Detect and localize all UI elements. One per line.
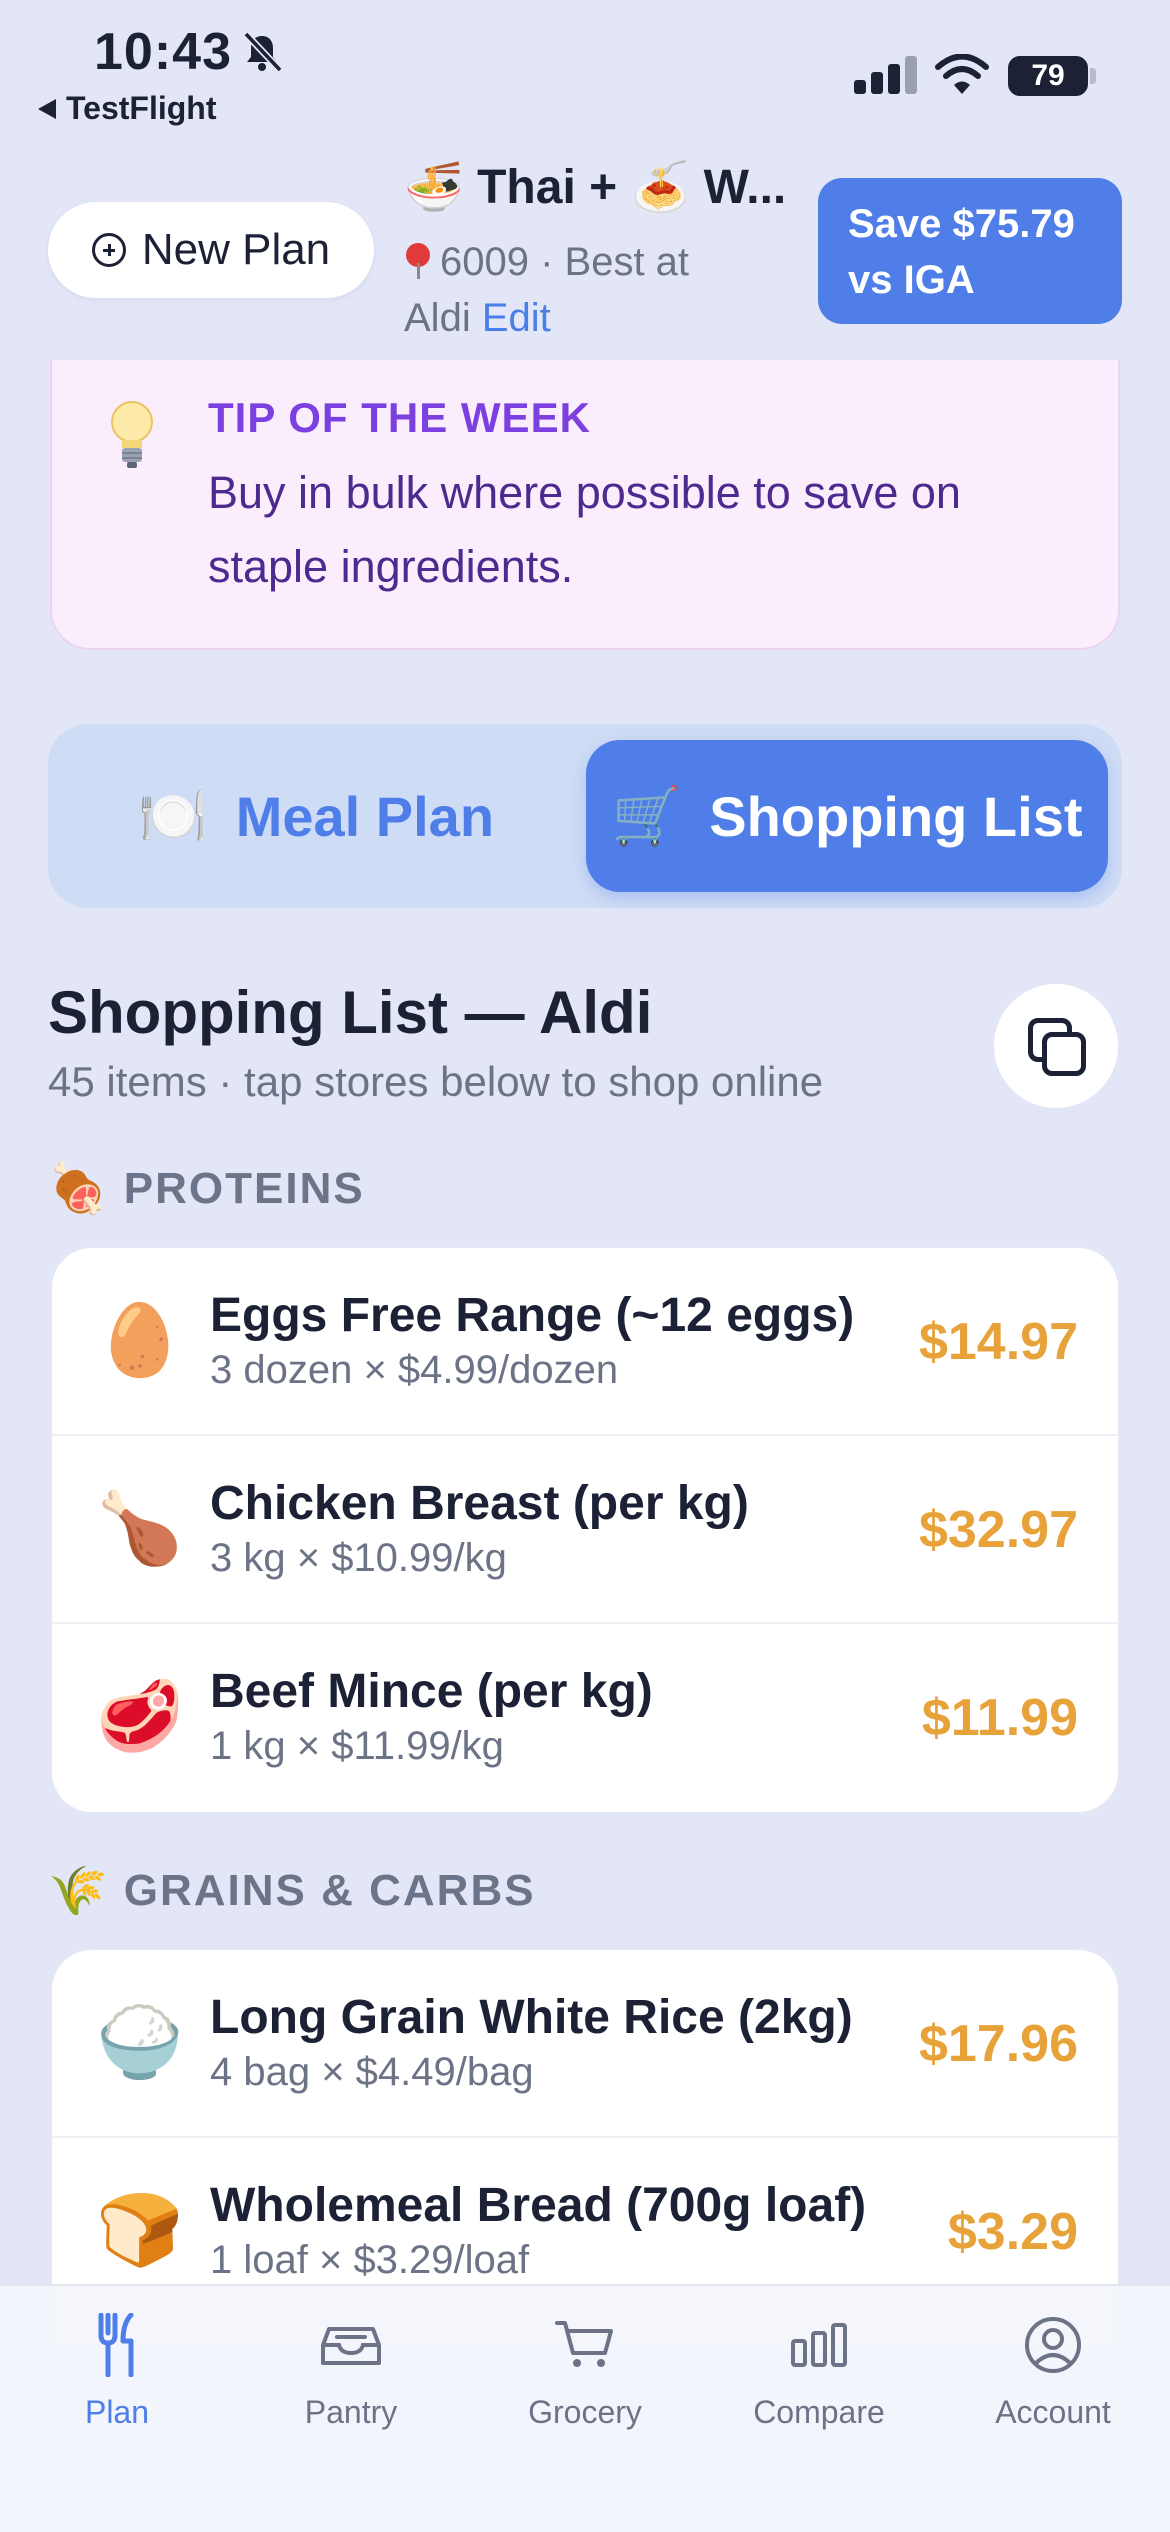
proteins-card: 🥚 Eggs Free Range (~12 eggs) 3 dozen × $… bbox=[50, 1246, 1120, 1814]
item-name: Beef Mince (per kg) bbox=[210, 1665, 653, 1718]
bar-chart-icon bbox=[791, 2323, 847, 2367]
list-item[interactable]: 🥩 Beef Mince (per kg) 1 kg × $11.99/kg $… bbox=[52, 1624, 1118, 1812]
steak-icon: 🥩 bbox=[96, 1677, 184, 1755]
fork-knife-icon bbox=[98, 2313, 134, 2377]
battery-indicator: 79 bbox=[1008, 56, 1088, 96]
list-item[interactable]: 🍗 Chicken Breast (per kg) 3 kg × $10.99/… bbox=[52, 1436, 1118, 1624]
bell-slash-icon bbox=[243, 31, 283, 73]
tip-text: Buy in bulk where possible to save on st… bbox=[208, 467, 961, 592]
edit-location-link[interactable]: Edit bbox=[482, 296, 551, 340]
chicken-leg-icon: 🍗 bbox=[96, 1489, 184, 1567]
bottom-tab-bar: Plan Pantry Grocery Compare Account bbox=[0, 2284, 1170, 2532]
postcode-line: 6009 · Best at bbox=[440, 240, 690, 284]
nav-pantry-label: Pantry bbox=[304, 2394, 398, 2430]
plus-circle-icon bbox=[91, 233, 126, 267]
cart-icon bbox=[555, 2321, 613, 2367]
item-price: $17.96 bbox=[918, 2015, 1078, 2073]
item-quantity: 4 bag × $4.49/bag bbox=[210, 2050, 534, 2094]
nav-plan[interactable]: Plan bbox=[0, 2310, 234, 2431]
plate-cutlery-icon: 🍽️ bbox=[137, 784, 208, 847]
list-item[interactable]: 🥚 Eggs Free Range (~12 eggs) 3 dozen × $… bbox=[52, 1248, 1118, 1436]
copy-icon-front bbox=[1042, 1032, 1086, 1076]
status-bar: 10:43 TestFlight 79 bbox=[0, 0, 1170, 140]
nav-compare[interactable]: Compare bbox=[702, 2310, 936, 2431]
location-pin-icon bbox=[404, 243, 432, 279]
savings-badge[interactable]: Save $75.79 vs IGA bbox=[818, 178, 1122, 324]
new-plan-label: New Plan bbox=[141, 225, 331, 274]
tab-shopping-list[interactable]: 🛒 Shopping List bbox=[586, 740, 1108, 892]
item-quantity: 1 kg × $11.99/kg bbox=[210, 1724, 504, 1768]
tip-of-week-card: TIP OF THE WEEK Buy in bulk where possib… bbox=[50, 360, 1120, 650]
egg-icon: 🥚 bbox=[96, 1301, 184, 1379]
category-header-grains: 🌾 GRAINS & CARBS bbox=[48, 1862, 536, 1919]
item-name: Wholemeal Bread (700g loaf) bbox=[210, 2179, 867, 2232]
plan-location-meta: 6009 · Best at Aldi Edit bbox=[404, 234, 804, 346]
shopping-cart-icon: 🛒 bbox=[611, 784, 682, 847]
category-name: GRAINS & CARBS bbox=[123, 1865, 536, 1915]
nav-grocery[interactable]: Grocery bbox=[468, 2310, 702, 2431]
category-header-proteins: 🍖 PROTEINS bbox=[48, 1160, 365, 1217]
back-app-label: TestFlight bbox=[66, 90, 217, 126]
tab-shopping-list-label: Shopping List bbox=[709, 784, 1083, 848]
best-store: Aldi bbox=[404, 296, 471, 340]
item-quantity: 1 loaf × $3.29/loaf bbox=[210, 2238, 530, 2282]
view-switcher: 🍽️ Meal Plan 🛒 Shopping List bbox=[48, 724, 1122, 908]
nav-grocery-label: Grocery bbox=[528, 2394, 642, 2430]
item-name: Chicken Breast (per kg) bbox=[210, 1477, 749, 1530]
bread-icon: 🍞 bbox=[96, 2191, 184, 2269]
back-to-testflight[interactable]: TestFlight bbox=[38, 90, 217, 127]
back-arrow-icon bbox=[38, 98, 56, 119]
tab-meal-plan[interactable]: 🍽️ Meal Plan bbox=[48, 740, 584, 892]
nav-pantry[interactable]: Pantry bbox=[234, 2310, 468, 2431]
person-circle-icon bbox=[1025, 2317, 1081, 2373]
item-name: Eggs Free Range (~12 eggs) bbox=[210, 1289, 855, 1342]
nav-compare-label: Compare bbox=[753, 2394, 885, 2430]
battery-tip bbox=[1090, 68, 1096, 84]
shopping-list-title: Shopping List — Aldi bbox=[48, 979, 653, 1046]
item-quantity: 3 dozen × $4.99/dozen bbox=[210, 1348, 619, 1392]
meat-icon: 🍖 bbox=[48, 1163, 108, 1216]
status-time: 10:43 bbox=[94, 23, 232, 81]
item-price: $3.29 bbox=[947, 2203, 1078, 2261]
item-name: Long Grain White Rice (2kg) bbox=[210, 1991, 853, 2044]
item-quantity: 3 kg × $10.99/kg bbox=[210, 1536, 507, 1580]
cellular-signal-icon bbox=[854, 56, 917, 94]
plan-title: 🍜 Thai + 🍝 W... bbox=[404, 161, 787, 214]
list-item[interactable]: 🍚 Long Grain White Rice (2kg) 4 bag × $4… bbox=[52, 1950, 1118, 2138]
nav-account-label: Account bbox=[995, 2394, 1111, 2430]
item-price: $32.97 bbox=[918, 1501, 1078, 1559]
new-plan-button[interactable]: New Plan bbox=[48, 202, 374, 298]
shopping-list-subtitle: 45 items · tap stores below to shop onli… bbox=[48, 1058, 824, 1105]
tip-heading: TIP OF THE WEEK bbox=[208, 394, 591, 441]
wifi-icon bbox=[935, 54, 989, 94]
item-price: $14.97 bbox=[918, 1313, 1078, 1371]
lightbulb-icon bbox=[111, 401, 153, 468]
category-name: PROTEINS bbox=[123, 1163, 365, 1213]
nav-plan-label: Plan bbox=[84, 2394, 150, 2430]
item-price: $11.99 bbox=[921, 1689, 1078, 1747]
rice-bowl-icon: 🍚 bbox=[96, 2003, 184, 2081]
rice-plant-icon: 🌾 bbox=[48, 1865, 108, 1918]
nav-account[interactable]: Account bbox=[936, 2310, 1170, 2431]
copy-list-button[interactable] bbox=[994, 984, 1118, 1108]
inbox-icon bbox=[321, 2327, 381, 2365]
tab-meal-plan-label: Meal Plan bbox=[235, 784, 495, 848]
